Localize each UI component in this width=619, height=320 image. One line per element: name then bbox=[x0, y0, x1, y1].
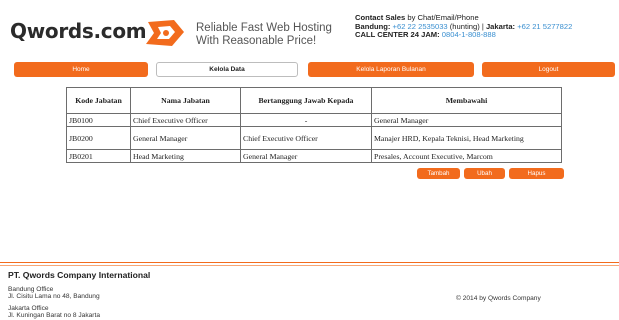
callcenter-phone[interactable]: 0804-1-808-888 bbox=[440, 30, 496, 39]
cell-atasan: - bbox=[240, 113, 372, 127]
tagline-line2: With Reasonable Price! bbox=[196, 35, 317, 47]
cell-atasan: General Manager bbox=[240, 149, 372, 163]
cell-kode: JB0201 bbox=[66, 149, 131, 163]
nav-kelola-data-label: Kelola Data bbox=[209, 66, 245, 73]
bandung-office-address: Jl. Cisitu Lama no 48, Bandung bbox=[8, 293, 100, 300]
header-nama-jabatan: Nama Jabatan bbox=[130, 87, 241, 114]
footer-divider-top bbox=[0, 262, 619, 263]
cell-nama: General Manager bbox=[130, 126, 241, 150]
cell-kode: JB0100 bbox=[66, 113, 131, 127]
table-row[interactable]: JB0200 General Manager Chief Executive O… bbox=[66, 126, 562, 150]
footer-company: PT. Qwords Company International bbox=[8, 270, 151, 280]
cell-nama: Head Marketing bbox=[130, 149, 241, 163]
cell-kode: JB0200 bbox=[66, 126, 131, 150]
tagline: Reliable Fast Web Hosting With Reasonabl… bbox=[196, 22, 332, 48]
footer-divider-bottom bbox=[0, 265, 619, 266]
ubah-button[interactable]: Ubah bbox=[464, 168, 505, 179]
tambah-button[interactable]: Tambah bbox=[417, 168, 460, 179]
header-bertanggung-jawab: Bertanggung Jawab Kepada bbox=[240, 87, 372, 114]
nav-home[interactable]: Home bbox=[14, 62, 148, 77]
callcenter-label: CALL CENTER 24 JAM: bbox=[355, 30, 440, 40]
cell-membawahi: Presales, Account Executive, Marcom bbox=[371, 149, 562, 163]
nav-logout-label: Logout bbox=[538, 66, 559, 73]
nav-kelola-data[interactable]: Kelola Data bbox=[156, 62, 298, 77]
cell-nama: Chief Executive Officer bbox=[130, 113, 241, 127]
header-kode-jabatan: Kode Jabatan bbox=[66, 87, 131, 114]
cell-membawahi: General Manager bbox=[371, 113, 562, 127]
logo-text: Qwords.com bbox=[10, 19, 147, 43]
jakarta-office-address: Jl. Kuningan Barat no 8 Jakarta bbox=[8, 312, 101, 319]
jabatan-table: Kode Jabatan Nama Jabatan Bertanggung Ja… bbox=[66, 87, 562, 163]
logo-icon bbox=[146, 20, 184, 46]
table-header-row: Kode Jabatan Nama Jabatan Bertanggung Ja… bbox=[66, 87, 562, 114]
ubah-label: Ubah bbox=[477, 170, 492, 177]
tagline-line1: Reliable Fast Web Hosting bbox=[196, 22, 332, 34]
tambah-label: Tambah bbox=[427, 170, 450, 177]
copyright: © 2014 by Qwords Company bbox=[456, 295, 541, 302]
nav-logout[interactable]: Logout bbox=[482, 62, 615, 77]
cell-membawahi: Manajer HRD, Kepala Teknisi, Head Market… bbox=[371, 126, 562, 150]
contact-info: Contact Sales by Chat/Email/Phone Bandun… bbox=[355, 13, 615, 40]
table-actions: Tambah Ubah Hapus bbox=[0, 168, 619, 180]
hapus-button[interactable]: Hapus bbox=[509, 168, 564, 179]
hapus-label: Hapus bbox=[527, 170, 546, 177]
jakarta-phone[interactable]: +62 21 5277822 bbox=[515, 22, 572, 31]
cell-atasan: Chief Executive Officer bbox=[240, 126, 372, 150]
nav-home-label: Home bbox=[72, 66, 90, 73]
header-membawahi: Membawahi bbox=[371, 87, 562, 114]
main-nav: Home Kelola Data Kelola Laporan Bulanan … bbox=[0, 62, 619, 78]
table-row[interactable]: JB0201 Head Marketing General Manager Pr… bbox=[66, 149, 562, 163]
site-header: Qwords.com Reliable Fast Web Hosting Wit… bbox=[0, 0, 619, 58]
logo-banner[interactable]: Qwords.com Reliable Fast Web Hosting Wit… bbox=[8, 8, 348, 52]
nav-kelola-laporan[interactable]: Kelola Laporan Bulanan bbox=[308, 62, 474, 77]
table-row[interactable]: JB0100 Chief Executive Officer - General… bbox=[66, 113, 562, 127]
nav-kelola-laporan-label: Kelola Laporan Bulanan bbox=[356, 66, 426, 73]
